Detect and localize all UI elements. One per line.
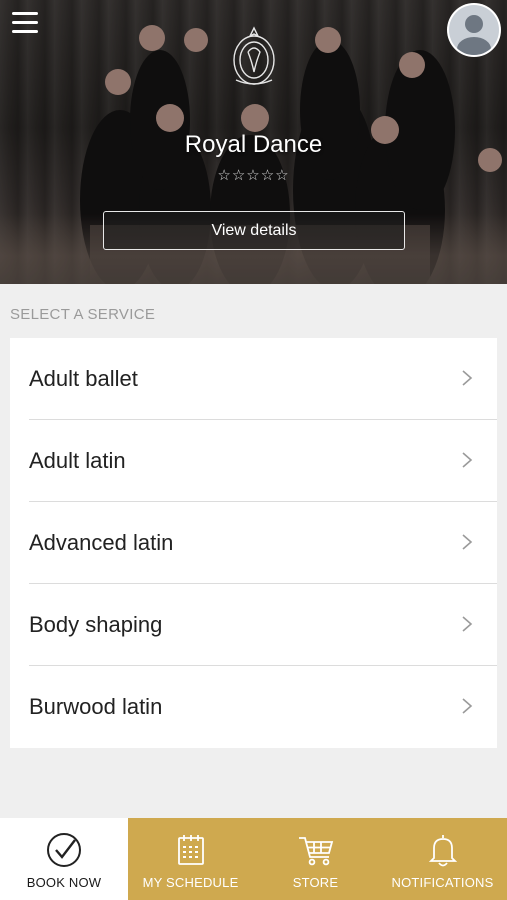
tab-book-now[interactable]: BOOK NOW	[0, 818, 128, 900]
bottom-tab-bar: BOOK NOW MY SCHEDULE STORE NOTIFICATIONS	[0, 818, 507, 900]
tab-notifications[interactable]: NOTIFICATIONS	[378, 818, 507, 900]
star-rating: ☆☆☆☆☆	[217, 167, 290, 184]
tab-label: BOOK NOW	[26, 875, 102, 890]
service-label: Adult latin	[29, 448, 126, 473]
cart-icon	[298, 837, 333, 866]
chevron-right-icon	[462, 534, 473, 550]
service-label: Burwood latin	[29, 694, 163, 719]
section-heading: SELECT A SERVICE	[10, 306, 156, 323]
service-list: Adult ballet Adult latin Advanced latin …	[10, 338, 497, 748]
service-item[interactable]: Burwood latin	[10, 666, 497, 748]
chevron-right-icon	[462, 370, 473, 386]
menu-button[interactable]	[12, 12, 38, 38]
calendar-icon	[177, 835, 204, 865]
chevron-right-icon	[462, 616, 473, 632]
profile-avatar-button[interactable]	[447, 3, 501, 57]
service-label: Advanced latin	[29, 530, 174, 555]
service-label: Body shaping	[29, 612, 163, 637]
service-item[interactable]: Body shaping	[10, 584, 497, 666]
check-circle-icon	[47, 833, 81, 867]
tab-store[interactable]: STORE	[253, 818, 378, 900]
service-item[interactable]: Advanced latin	[10, 502, 497, 584]
chevron-right-icon	[462, 698, 473, 714]
chevron-right-icon	[462, 452, 473, 468]
service-item[interactable]: Adult latin	[10, 420, 497, 502]
royal-dance-crest-logo	[233, 26, 275, 85]
view-details-button[interactable]: View details	[103, 211, 405, 250]
service-item[interactable]: Adult ballet	[10, 338, 497, 420]
tab-label: STORE	[292, 875, 339, 890]
tab-label: MY SCHEDULE	[142, 875, 239, 890]
service-label: Adult ballet	[29, 366, 138, 391]
tab-label: NOTIFICATIONS	[391, 875, 494, 890]
user-avatar-icon	[449, 5, 499, 55]
tab-my-schedule[interactable]: MY SCHEDULE	[128, 818, 253, 900]
studio-hero-banner: Royal Dance ☆☆☆☆☆ View details	[0, 0, 507, 284]
studio-name: Royal Dance	[184, 131, 323, 158]
bell-icon	[428, 835, 457, 867]
